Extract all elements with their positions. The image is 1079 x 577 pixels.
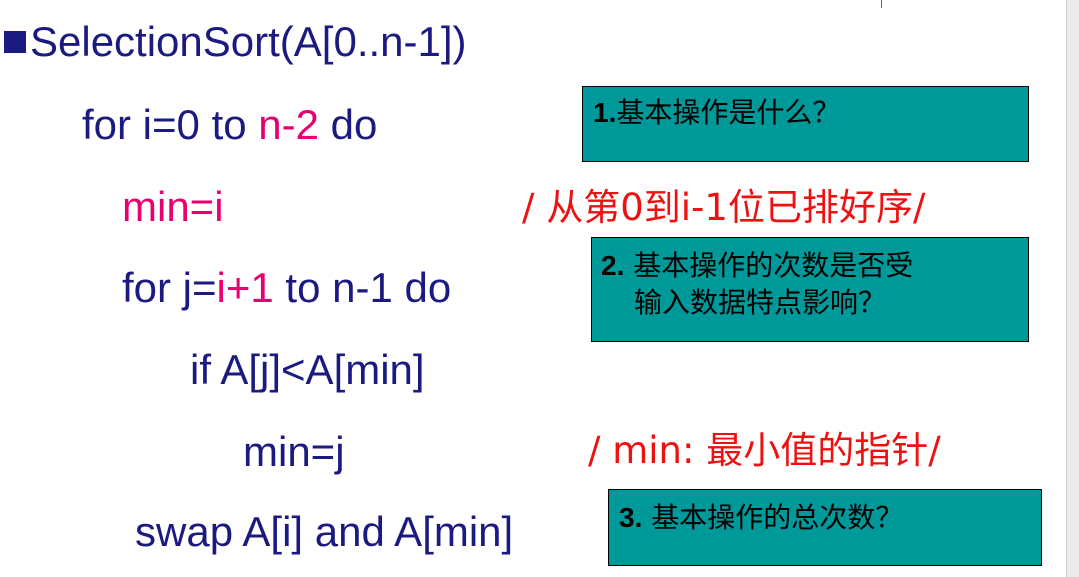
code-line-for-j: for j=i+1 to n-1 do	[122, 264, 452, 311]
question-box-2: 2. 基本操作的次数是否受 输入数据特点影响？	[591, 237, 1029, 342]
question-3-text: 3. 基本操作的总次数？	[619, 501, 904, 534]
scrollbar[interactable]	[1066, 0, 1079, 577]
code-line-min-j: min=j	[243, 428, 345, 475]
code-line-for-i: for i=0 to n-2 do	[82, 101, 378, 148]
question-2-line2: 输入数据特点影响？	[634, 286, 887, 319]
code-line-min-i: min=i	[122, 183, 224, 230]
question-1-text: 1.基本操作是什么？	[593, 96, 841, 129]
square-bullet-icon	[4, 31, 26, 53]
algorithm-header: SelectionSort(A[0..n-1])	[30, 18, 467, 65]
comment-sorted-prefix: / 从第0到i-1位已排好序/	[522, 186, 926, 229]
slide: SelectionSort(A[0..n-1]) for i=0 to n-2 …	[0, 0, 1079, 577]
code-line-if: if A[j]<A[min]	[190, 346, 425, 393]
question-2-line1: 2. 基本操作的次数是否受	[601, 249, 914, 282]
question-box-3: 3. 基本操作的总次数？	[608, 489, 1042, 566]
code-line-swap: swap A[i] and A[min]	[135, 508, 514, 555]
comment-min-pointer: / min: 最小值的指针/	[588, 429, 941, 472]
ruler-tick	[881, 0, 882, 8]
question-box-1: 1.基本操作是什么？	[582, 86, 1029, 162]
